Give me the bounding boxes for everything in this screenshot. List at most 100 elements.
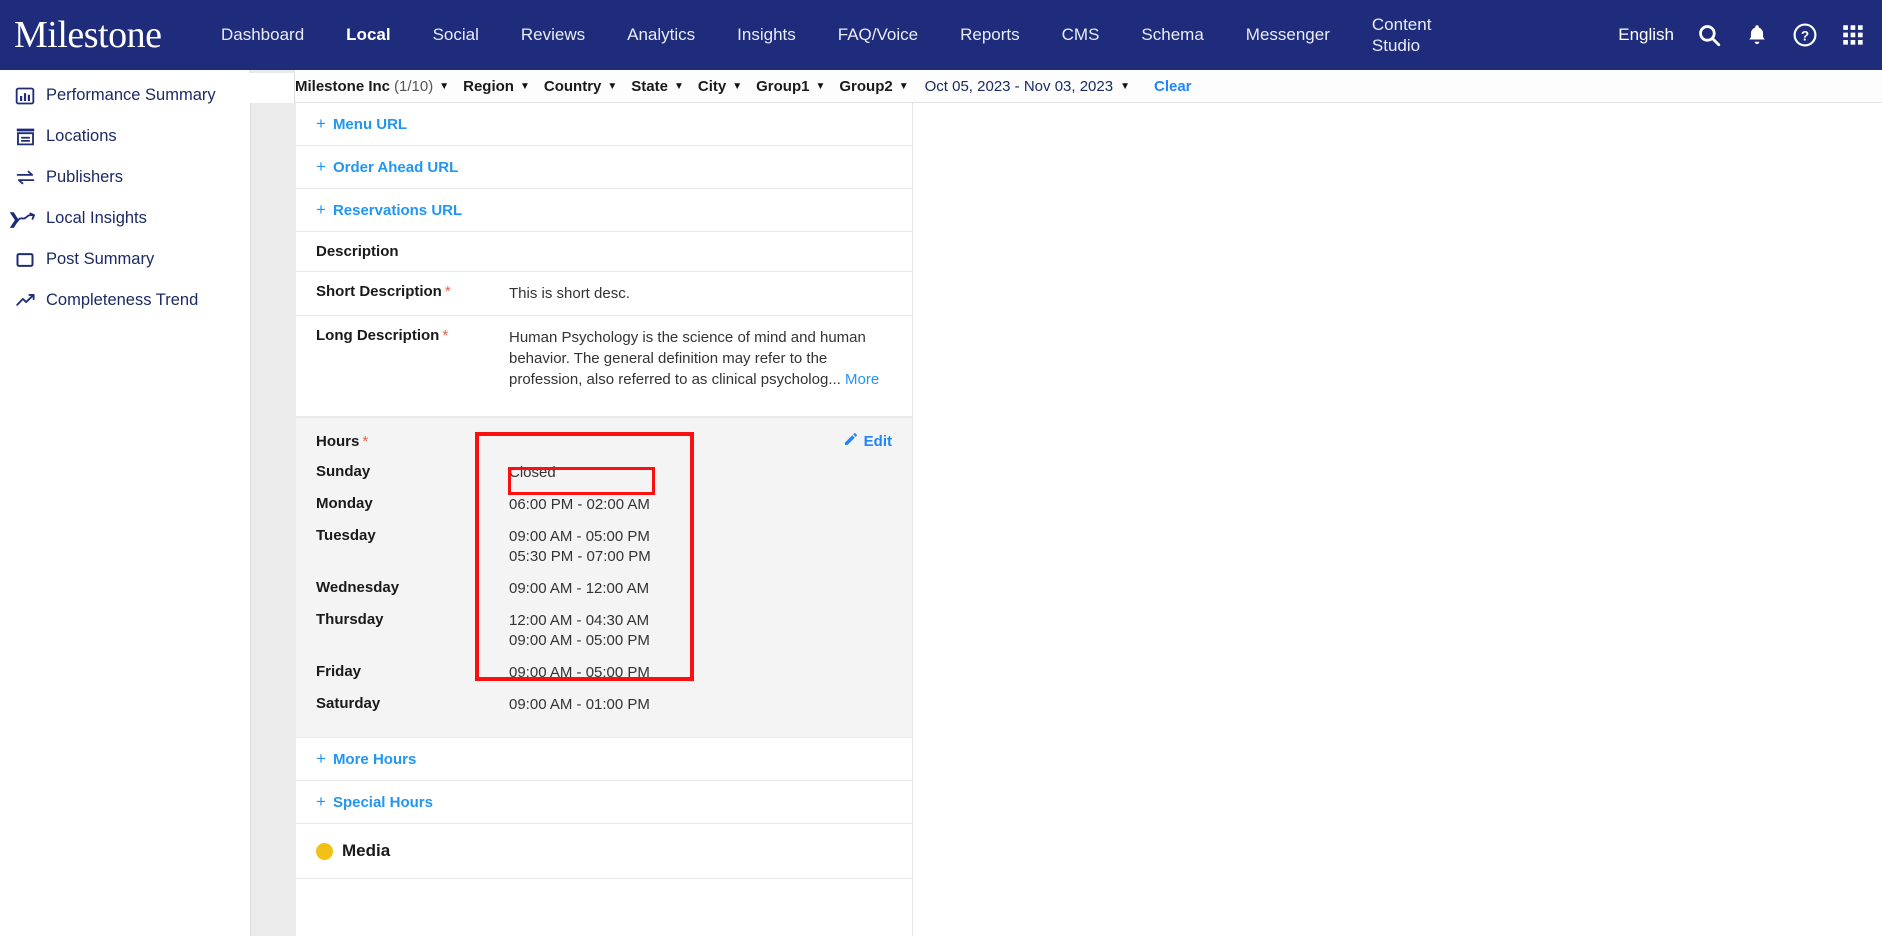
filter-label: State — [631, 77, 668, 95]
search-icon[interactable] — [1696, 22, 1722, 48]
nav-item-messenger[interactable]: Messenger — [1246, 0, 1330, 70]
nav-item-insights[interactable]: Insights — [737, 0, 796, 70]
add-menu-url-label: Menu URL — [332, 115, 408, 133]
chevron-down-icon: ▼ — [1120, 80, 1130, 92]
help-icon[interactable]: ? — [1792, 22, 1818, 48]
hours-time-values: 09:00 AM - 05:00 PM 05:30 PM - 07:00 PM — [509, 527, 651, 567]
content-studio-line1: Content — [1371, 15, 1432, 34]
add-order-ahead-url-link[interactable]: + Order Ahead URL — [316, 157, 458, 177]
nav-item-reports[interactable]: Reports — [960, 0, 1020, 70]
square-outline-icon — [14, 249, 36, 271]
nav-item-local[interactable]: Local — [346, 0, 390, 70]
description-title: Description — [316, 243, 399, 260]
hours-day-label: Wednesday — [316, 579, 400, 596]
sidebar-item-label: Completeness Trend — [46, 291, 199, 309]
add-special-hours-link[interactable]: + Special Hours — [316, 792, 433, 812]
short-description-label-text: Short Description — [316, 283, 442, 300]
top-nav-links: Dashboard Local Social Reviews Analytics Insi… — [200, 0, 1618, 70]
nav-item-dashboard[interactable]: Dashboard — [221, 0, 304, 70]
nav-item-content-studio[interactable]: Content Studio — [1372, 0, 1432, 70]
sidebar-item-completeness-trend[interactable]: Completeness Trend — [0, 280, 250, 321]
chevron-down-icon: ▼ — [607, 80, 618, 92]
nav-item-reviews[interactable]: Reviews — [521, 0, 585, 70]
nav-item-schema[interactable]: Schema — [1141, 0, 1203, 70]
add-menu-url-link[interactable]: + Menu URL — [316, 114, 407, 134]
long-description-more-link[interactable]: More — [845, 371, 879, 388]
sidebar-item-local-insights[interactable]: ❯ Local Insights — [0, 198, 250, 239]
add-reservations-url-row[interactable]: + Reservations URL — [296, 189, 912, 232]
add-menu-url-row[interactable]: + Menu URL — [296, 103, 912, 146]
chevron-right-icon[interactable]: ❯ — [8, 210, 21, 228]
edit-hours-button[interactable]: Edit — [843, 431, 892, 451]
long-description-row: Long Description * Human Psychology is th… — [296, 316, 912, 417]
filter-country[interactable]: Country ▼ — [544, 78, 617, 95]
trend-up-icon — [14, 290, 36, 312]
add-order-ahead-url-label: Order Ahead URL — [332, 158, 459, 176]
yellow-status-dot-icon — [316, 842, 333, 860]
hours-time-slot: 05:30 PM - 07:00 PM — [509, 548, 651, 565]
hours-time-slot: 06:00 PM - 02:00 AM — [509, 496, 650, 513]
svg-text:?: ? — [1801, 28, 1809, 43]
hours-row: Saturday 09:00 AM - 01:00 PM — [316, 695, 892, 715]
sidebar-item-label: Locations — [46, 127, 117, 145]
date-range-picker[interactable]: Oct 05, 2023 - Nov 03, 2023 ▼ — [925, 78, 1130, 95]
hours-rows: Sunday Closed Monday 06:00 PM - 02:00 AM Tue… — [316, 463, 892, 715]
filter-city[interactable]: City ▼ — [698, 78, 742, 95]
milestone-logo[interactable]: Milestone — [0, 13, 200, 57]
filter-state[interactable]: State ▼ — [631, 78, 684, 95]
left-gutter — [251, 103, 296, 936]
hours-time-values: 09:00 AM - 05:00 PM — [509, 663, 650, 683]
filter-group1[interactable]: Group1 ▼ — [756, 78, 825, 95]
chevron-down-icon: ▼ — [732, 80, 743, 92]
add-reservations-url-label: Reservations URL — [332, 201, 463, 219]
sidebar-item-label: Publishers — [46, 168, 124, 186]
media-section-header[interactable]: Media — [296, 824, 912, 879]
panel-tab-nub — [249, 70, 295, 103]
clear-filters-button[interactable]: Clear — [1154, 78, 1192, 95]
filter-label: Country — [543, 77, 602, 95]
hours-time-slot: 12:00 AM - 04:30 AM — [509, 612, 650, 629]
filter-group2[interactable]: Group2 ▼ — [839, 78, 908, 95]
filter-account[interactable]: Milestone Inc (1/10) ▼ — [295, 78, 449, 95]
add-special-hours-row[interactable]: + Special Hours — [296, 781, 912, 824]
hours-row: Sunday Closed — [316, 463, 892, 483]
location-detail-card: + Menu URL + Order Ahead URL + Reservati… — [296, 103, 913, 936]
hours-time-values: Closed — [509, 463, 556, 483]
filter-dropdown-group: Region ▼ Country ▼ State ▼ City ▼ Group1 ▼ Group2 ▼ — [449, 78, 909, 95]
plus-icon: + — [316, 114, 326, 133]
language-selector[interactable]: English — [1618, 25, 1674, 45]
top-navigation-bar: Milestone Dashboard Local Social Reviews Ana… — [0, 0, 1882, 70]
hours-row: Monday 06:00 PM - 02:00 AM — [316, 495, 892, 515]
account-count: (1/10) — [394, 77, 434, 95]
apps-grid-icon[interactable] — [1840, 22, 1866, 48]
hours-time-slot: 09:00 AM - 12:00 AM — [509, 580, 650, 597]
add-more-hours-row[interactable]: + More Hours — [296, 738, 912, 781]
sidebar-item-locations[interactable]: Locations — [0, 116, 250, 157]
filter-region[interactable]: Region ▼ — [463, 78, 530, 95]
nav-item-social[interactable]: Social — [433, 0, 479, 70]
short-description-label: Short Description * — [316, 283, 509, 300]
nav-item-cms[interactable]: CMS — [1062, 0, 1100, 70]
hours-time-slot: 09:00 AM - 05:00 PM — [509, 664, 650, 681]
filter-label: Group2 — [839, 77, 893, 95]
add-more-hours-link[interactable]: + More Hours — [316, 749, 416, 769]
hours-time-slot: Closed — [509, 464, 556, 481]
nav-item-analytics[interactable]: Analytics — [627, 0, 695, 70]
sidebar-item-publishers[interactable]: Publishers — [0, 157, 250, 198]
required-asterisk: * — [362, 432, 369, 450]
add-order-ahead-url-row[interactable]: + Order Ahead URL — [296, 146, 912, 189]
add-reservations-url-link[interactable]: + Reservations URL — [316, 200, 462, 220]
sidebar-item-post-summary[interactable]: Post Summary — [0, 239, 250, 280]
filter-label: Region — [463, 77, 514, 95]
sidebar-item-performance-summary[interactable]: Performance Summary — [0, 75, 250, 116]
hours-time-values: 06:00 PM - 02:00 AM — [509, 495, 650, 515]
hours-time-slot: 09:00 AM - 05:00 PM — [509, 632, 650, 649]
bell-icon[interactable] — [1744, 22, 1770, 48]
hours-day-label: Sunday — [316, 463, 371, 480]
hours-day-label: Monday — [316, 495, 373, 512]
nav-item-faq-voice[interactable]: FAQ/Voice — [838, 0, 918, 70]
hours-time-values: 12:00 AM - 04:30 AM 09:00 AM - 05:00 PM — [509, 611, 650, 651]
hours-time-values: 09:00 AM - 12:00 AM — [509, 579, 649, 599]
pencil-icon — [843, 431, 859, 451]
main-content-area: + Menu URL + Order Ahead URL + Reservati… — [251, 103, 1882, 936]
